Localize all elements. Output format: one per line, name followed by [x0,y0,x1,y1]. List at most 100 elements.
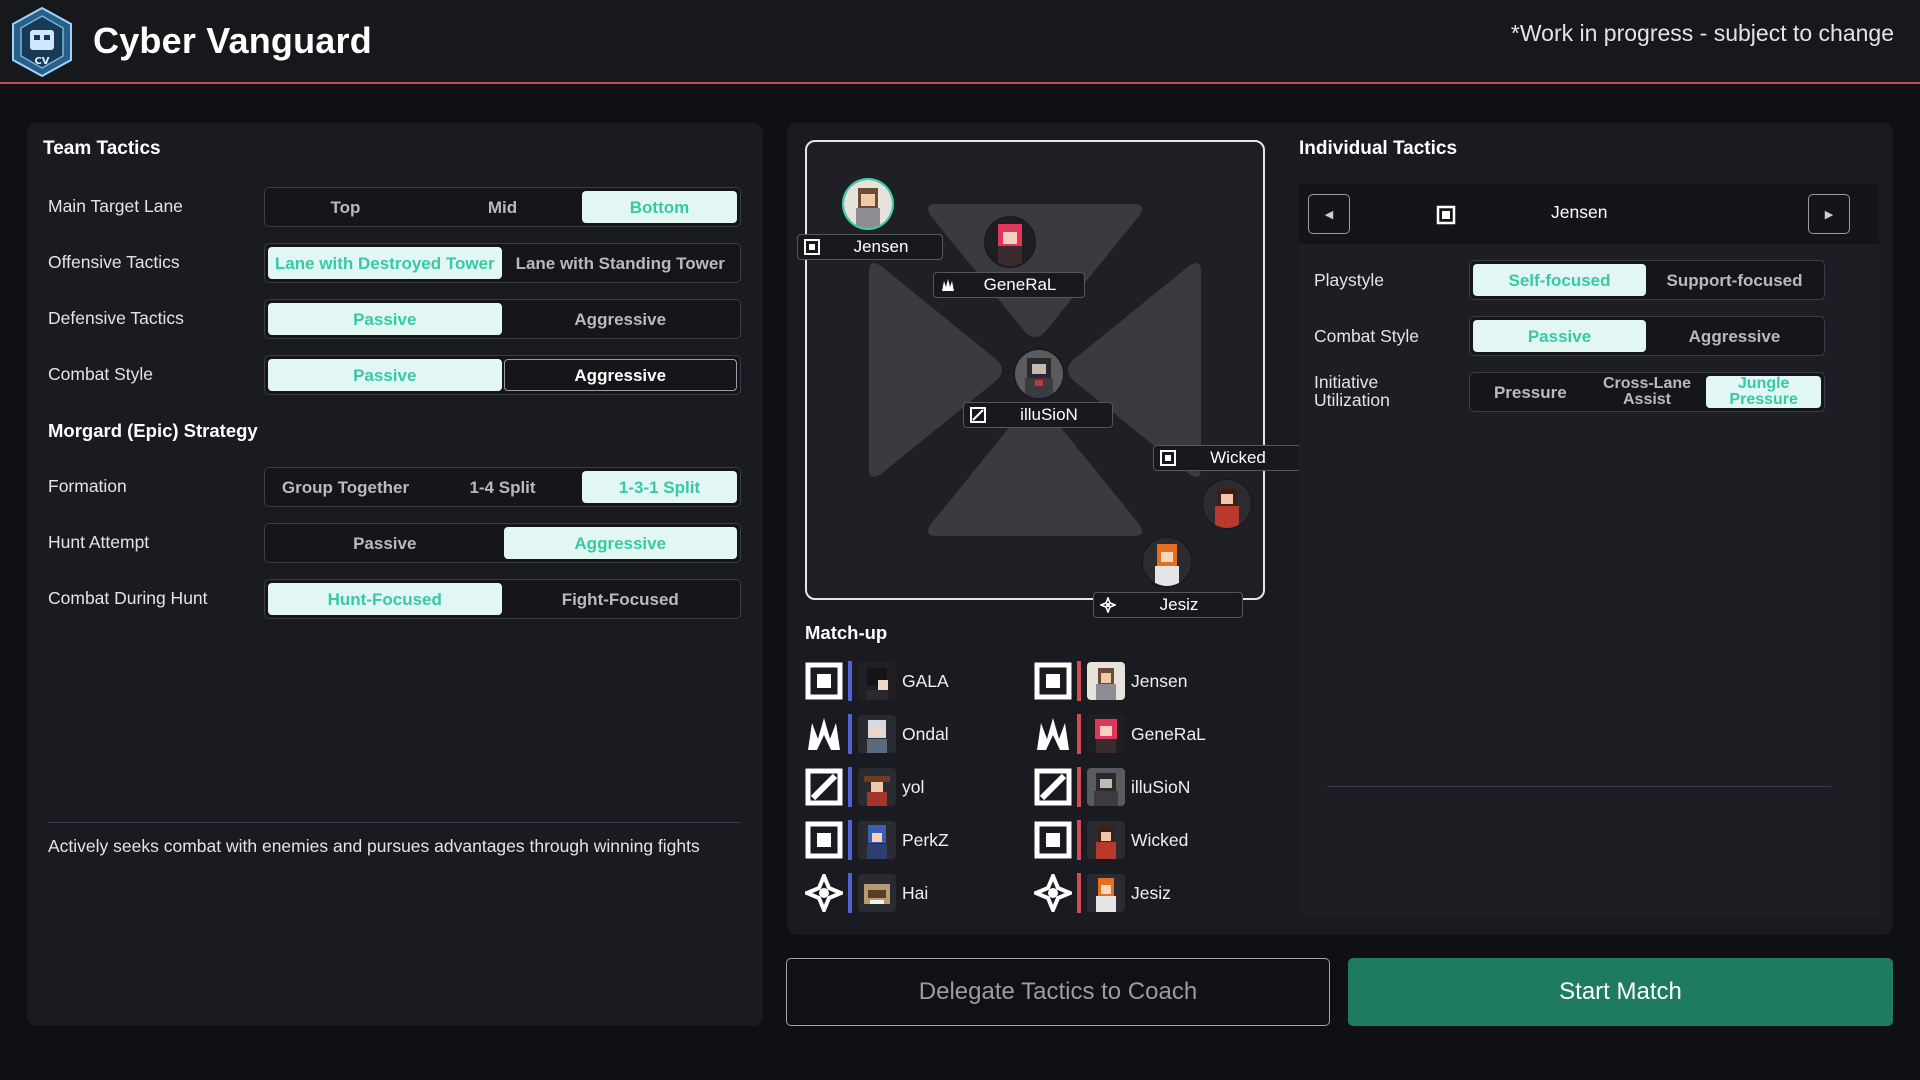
option-cross-lane-assist[interactable]: Cross-Lane Assist [1590,376,1705,408]
player-name: Jensen [1131,670,1188,691]
red-side-bar [1077,714,1081,754]
map-avatar-wicked[interactable] [1201,478,1253,530]
caret-left-icon[interactable]: ◀ [1308,194,1350,234]
map-avatar-jesiz[interactable] [1141,536,1193,588]
formation-selector: Group Together 1-4 Split 1-3-1 Split [264,467,741,507]
jungle-role-icon [942,279,954,291]
option-passive[interactable]: Passive [268,527,502,559]
option-1-4-split[interactable]: 1-4 Split [425,471,580,503]
matchup-row-blue[interactable]: yol [805,765,924,809]
offensive-tactics-selector: Lane with Destroyed Tower Lane with Stan… [264,243,741,283]
option-aggressive[interactable]: Aggressive [503,527,737,559]
blue-side-bar [848,661,852,701]
avatar [858,715,896,753]
start-match-button[interactable]: Start Match [1348,958,1893,1026]
option-aggressive[interactable]: Aggressive [504,303,738,335]
player-name: yol [902,776,925,797]
selected-player-name: Jensen [1551,202,1608,222]
app-title: Cyber Vanguard [93,20,372,61]
option-1-3-1-split[interactable]: 1-3-1 Split [582,471,737,503]
individual-tactics-title: Individual Tactics [1299,138,1458,159]
option-jungle-pressure[interactable]: Jungle Pressure [1706,376,1822,408]
option-fight-focused[interactable]: Fight-Focused [504,583,738,615]
avatar [1087,874,1125,912]
option-aggressive[interactable]: Aggressive [503,359,737,391]
player-name: GALA [902,670,949,691]
matchup-row-blue[interactable]: PerkZ [805,818,949,862]
initiative-utilization-selector: Pressure Cross-Lane Assist Jungle Pressu… [1469,372,1825,412]
combat-style-selector: Passive Aggressive [264,355,741,395]
map-plate-general: GeneRaL [933,272,1085,298]
cyber-vanguard-logo: CV [12,6,72,78]
option-bottom[interactable]: Bottom [582,191,737,223]
option-passive[interactable]: Passive [1473,320,1646,352]
blue-side-bar [848,820,852,860]
map-avatar-jensen[interactable] [842,178,894,230]
bottom-role-icon [1034,821,1072,859]
mid-role-icon [804,239,820,255]
player-name: GeneRaL [1131,723,1206,744]
delegate-tactics-button[interactable]: Delegate Tactics to Coach [786,958,1330,1026]
avatar [858,874,896,912]
map-plate-jensen: Jensen [797,234,943,260]
red-side-bar [1077,661,1081,701]
bottom-role-icon [805,821,843,859]
avatar [1087,715,1125,753]
playstyle-selector: Self-focused Support-focused [1469,260,1825,300]
matchup-row-red[interactable]: Wicked [1034,818,1188,862]
option-lane-standing-tower[interactable]: Lane with Standing Tower [504,247,738,279]
option-passive[interactable]: Passive [268,303,502,335]
map-plate-illusion: illuSioN [963,402,1113,428]
player-name: Ondal [902,723,949,744]
jungle-role-icon [1037,718,1069,750]
option-top[interactable]: Top [268,191,423,223]
team-tactics-title: Team Tactics [43,138,161,159]
individual-combat-style-label: Combat Style [1314,326,1420,346]
avatar [1087,662,1125,700]
epic-strategy-title: Morgard (Epic) Strategy [48,420,258,441]
combat-during-hunt-selector: Hunt-Focused Fight-Focused [264,579,741,619]
matchup-row-red[interactable]: illuSioN [1034,765,1190,809]
player-name: Hai [902,882,929,903]
avatar [858,768,896,806]
mid-role-icon [805,662,843,700]
option-lane-destroyed-tower[interactable]: Lane with Destroyed Tower [268,247,502,279]
option-pressure[interactable]: Pressure [1473,376,1588,408]
option-support-focused[interactable]: Support-focused [1648,264,1821,296]
avatar [1087,821,1125,859]
option-group-together[interactable]: Group Together [268,471,423,503]
option-hunt-focused[interactable]: Hunt-Focused [268,583,502,615]
matchup-row-red[interactable]: Jesiz [1034,871,1171,915]
top-role-icon [805,768,843,806]
top-role-icon [1034,768,1072,806]
matchup-row-blue[interactable]: GALA [805,659,949,703]
blue-side-bar [848,873,852,913]
hunt-attempt-label: Hunt Attempt [48,532,150,552]
mid-role-icon [1034,662,1072,700]
matchup-title: Match-up [805,622,888,643]
mid-role-icon [1436,205,1456,225]
matchup-row-red[interactable]: Jensen [1034,659,1187,703]
initiative-utilization-label: Initiative Utilization [1314,372,1390,410]
option-mid[interactable]: Mid [425,191,580,223]
avatar [858,662,896,700]
option-aggressive[interactable]: Aggressive [1648,320,1821,352]
avatar [1087,768,1125,806]
player-name: PerkZ [902,829,949,850]
player-name: Wicked [1131,829,1189,850]
bottom-role-icon [1160,450,1176,466]
matchup-row-red[interactable]: GeneRaL [1034,712,1206,756]
red-side-bar [1077,820,1081,860]
avatar [858,821,896,859]
caret-right-icon[interactable]: ▶ [1808,194,1850,234]
main-target-lane-label: Main Target Lane [48,196,183,216]
option-passive[interactable]: Passive [268,359,502,391]
option-self-focused[interactable]: Self-focused [1473,264,1646,296]
matchup-row-blue[interactable]: Hai [805,871,928,915]
individual-combat-style-selector: Passive Aggressive [1469,316,1825,356]
formation-label: Formation [48,476,127,496]
map-avatar-illusion[interactable] [1013,348,1065,400]
blue-side-bar [848,767,852,807]
matchup-row-blue[interactable]: Ondal [805,712,949,756]
map-avatar-general[interactable] [984,216,1036,268]
